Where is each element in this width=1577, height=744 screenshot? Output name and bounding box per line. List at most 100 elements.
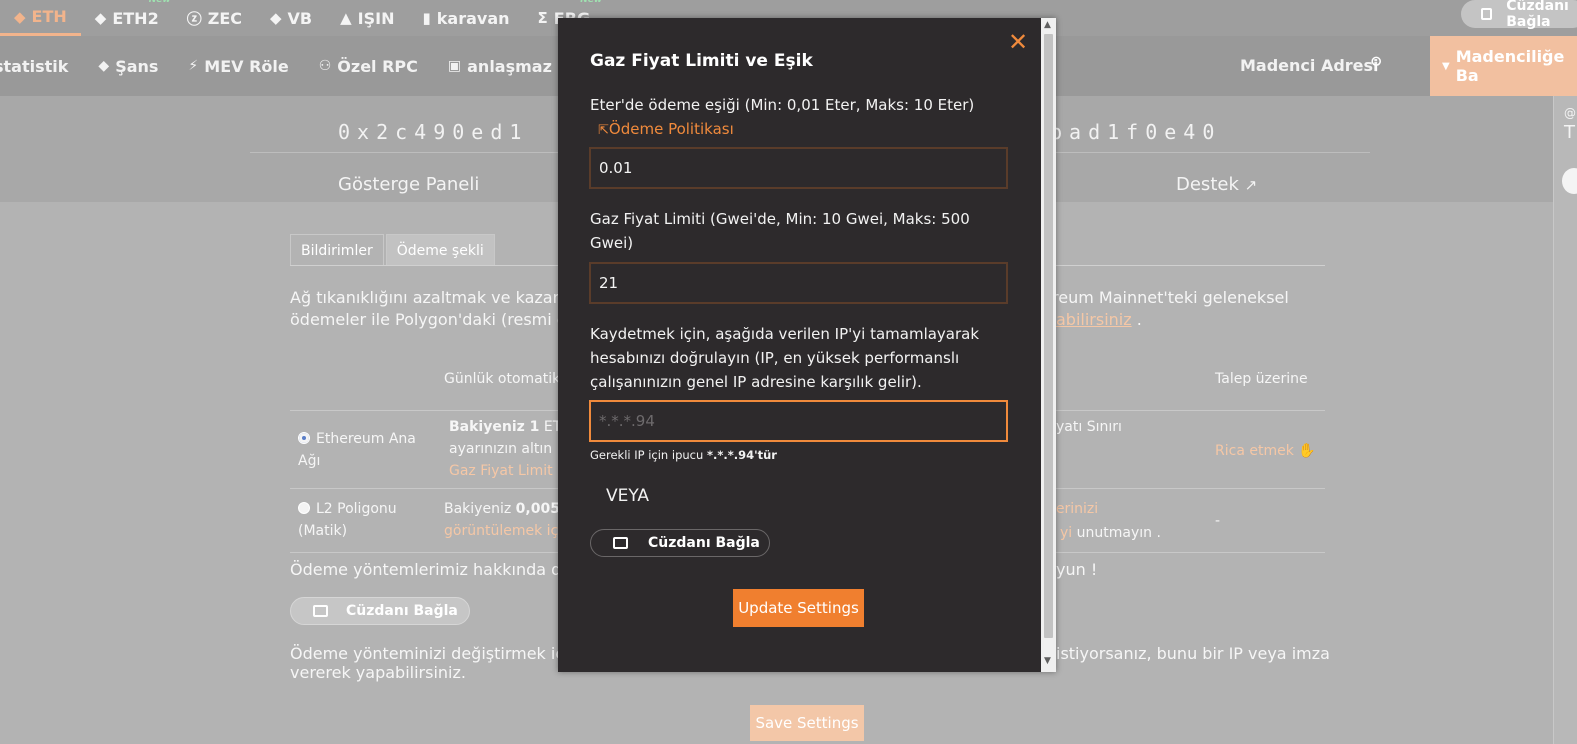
ip-verify-input[interactable] bbox=[589, 400, 1008, 442]
row1-balance-strong: Bakiyeniz 1 bbox=[449, 419, 540, 435]
coin-icon: ◆ bbox=[14, 7, 26, 26]
row1-line2: ayarınızın altın bbox=[449, 441, 553, 457]
nav-item-mev-relay[interactable]: ⚡ MEV Röle bbox=[188, 57, 288, 76]
threshold-input[interactable] bbox=[589, 147, 1008, 189]
coin-tab-zec[interactable]: ⓩ ZEC bbox=[173, 0, 256, 36]
intro-link[interactable]: abilirsiniz bbox=[1056, 310, 1132, 329]
eth-mainnet-radio[interactable] bbox=[298, 432, 310, 444]
wallet-icon bbox=[613, 537, 628, 549]
coin-list: ◆ETH◆ETH2NewⓩZEC◆VB▲IŞIN▮karavanΣERGNew bbox=[0, 0, 604, 36]
search-icon[interactable]: ⚲ bbox=[1370, 54, 1382, 74]
dashboard-link[interactable]: Gösterge Paneli bbox=[338, 174, 479, 195]
request-payout-button[interactable]: Rica etmek ✋ bbox=[1215, 440, 1316, 462]
ip-hint-value: *.*.*.94'tür bbox=[706, 448, 777, 462]
modal-scrollbar[interactable]: ▲ ▼ bbox=[1041, 18, 1056, 672]
payment-policy-label: Ödeme Politikası bbox=[608, 120, 734, 138]
wallet-icon bbox=[1481, 8, 1493, 20]
coin-tab-eth2[interactable]: ◆ ETH2 New bbox=[81, 0, 173, 36]
nav-item-label: Özel RPC bbox=[337, 56, 418, 76]
panel-fragment: @ bbox=[1564, 106, 1576, 120]
tab-payment-method[interactable]: Ödeme şekli bbox=[385, 234, 495, 266]
gas-limit-link[interactable]: Gaz Fiyat Limit bbox=[449, 460, 553, 482]
col-daily-header: Günlük otomatik bbox=[444, 371, 561, 387]
row2-balance-value: 0,005 bbox=[515, 501, 560, 517]
right-side-panel: @ T bbox=[1553, 96, 1577, 744]
table-row-polygon: L2 Poligonu (Matik) bbox=[298, 498, 438, 542]
more-info-left: Ödeme yöntemlerimiz hakkında daha f bbox=[290, 560, 602, 579]
ip-hint: Gerekli IP için ipucu *.*.*.94'tür bbox=[590, 448, 777, 462]
coin-label: IŞIN bbox=[357, 8, 395, 28]
ip-hint-text: Gerekli IP için ipucu bbox=[590, 448, 704, 462]
row2-right-text: yi unutmayın . bbox=[1060, 522, 1161, 544]
connect-wallet-top-button[interactable]: Cüzdanı Bağla bbox=[1461, 0, 1577, 30]
nav-item-private-rpc[interactable]: ⚇ Özel RPC bbox=[319, 57, 418, 76]
coin-label: VB bbox=[287, 8, 313, 28]
connect-wallet-label: Cüzdanı Bağla bbox=[648, 535, 760, 551]
coin-label: ETH2 bbox=[112, 8, 159, 28]
nav-item-statistics[interactable]: statistik bbox=[0, 57, 68, 76]
intro-line1-left: Ağ tıkanıklığını azaltmak ve kazançl bbox=[290, 288, 576, 307]
save-settings-button[interactable]: Save Settings bbox=[750, 705, 864, 741]
coin-icon: ⓩ bbox=[186, 9, 202, 28]
modal-title: Gaz Fiyat Limiti ve Eşik bbox=[590, 51, 813, 71]
coin-icon: ◆ bbox=[270, 9, 282, 27]
close-icon[interactable]: ✕ bbox=[1008, 28, 1028, 56]
gas-limit-input[interactable] bbox=[589, 262, 1008, 304]
coin-tab-vb[interactable]: ◆ VB bbox=[256, 0, 326, 36]
row2-balance: Bakiyeniz 0,005 bbox=[444, 498, 560, 520]
scroll-up-icon[interactable]: ▲ bbox=[1044, 20, 1051, 30]
scroll-down-icon[interactable]: ▼ bbox=[1044, 656, 1051, 666]
lightning-icon: ⚡ bbox=[188, 58, 199, 74]
change-method-right: istiyorsanız, bunu bir IP veya imza bbox=[1056, 644, 1330, 663]
row2-dont-forget: unutmayın . bbox=[1076, 525, 1161, 541]
nav-item-label: anlaşmaz bbox=[467, 56, 552, 76]
nav-item-luck[interactable]: ◆ Şans bbox=[98, 57, 158, 76]
gas-limit-label: Gaz Fiyat Limiti (Gwei'de, Min: 10 Gwei,… bbox=[590, 210, 970, 252]
coin-label: ZEC bbox=[207, 8, 242, 28]
intro-line2-left: ödemeler ile Polygon'daki (resmi ola bbox=[290, 310, 581, 329]
chevron-down-icon: ▼ bbox=[1442, 60, 1450, 72]
coin-label: karavan bbox=[436, 8, 510, 28]
row2-right-link[interactable]: lerinizi bbox=[1052, 498, 1098, 520]
tab-notifications[interactable]: Bildirimler bbox=[290, 234, 384, 266]
wallet-icon bbox=[313, 605, 328, 617]
coin-icon: ▲ bbox=[340, 9, 352, 27]
more-info-right: yun ! bbox=[1056, 560, 1098, 579]
nav-item-discord[interactable]: ▣ anlaşmaz bbox=[448, 57, 552, 76]
external-link-icon: ↗ bbox=[1244, 176, 1258, 194]
support-link[interactable]: Destek ↗ bbox=[1176, 174, 1257, 195]
modal-connect-wallet-button[interactable]: Cüzdanı Bağla bbox=[590, 529, 770, 557]
start-mining-label: Madenciliğe Ba bbox=[1455, 47, 1565, 85]
external-link-icon: ⇱ bbox=[598, 123, 609, 138]
row2-balance-text: Bakiyeniz bbox=[444, 501, 512, 517]
row2-view-link[interactable]: görüntülemek iç bbox=[444, 520, 558, 542]
coin-tab-eth[interactable]: ◆ ETH bbox=[0, 0, 81, 36]
payment-policy-link[interactable]: ⇱Ödeme Politikası bbox=[598, 120, 734, 138]
coin-tab-karavan[interactable]: ▮ karavan bbox=[409, 0, 524, 36]
connect-wallet-label: Cüzdanı Bağla bbox=[346, 603, 458, 619]
start-mining-button[interactable]: ▼ Madenciliğe Ba bbox=[1430, 36, 1577, 96]
discord-icon: ▣ bbox=[447, 58, 462, 74]
or-label: VEYA bbox=[606, 486, 650, 506]
eth-mainnet-label: Ethereum Ana Ağı bbox=[298, 431, 416, 469]
row2-right-link2[interactable]: yi bbox=[1060, 525, 1072, 541]
support-label: Destek bbox=[1176, 174, 1239, 195]
col-on-request-header: Talep üzerine bbox=[1215, 371, 1308, 387]
miner-address-label[interactable]: Madenci Adresi bbox=[1240, 56, 1379, 75]
table-row-eth: Ethereum Ana Ağı bbox=[298, 428, 438, 472]
threshold-label: Eter'de ödeme eşiği (Min: 0,01 Eter, Mak… bbox=[590, 93, 1010, 143]
request-label: Rica etmek bbox=[1215, 443, 1294, 459]
coin-tab-işin[interactable]: ▲ IŞIN bbox=[326, 0, 408, 36]
polygon-radio[interactable] bbox=[298, 502, 310, 514]
panel-fragment: T bbox=[1564, 122, 1575, 143]
update-settings-button[interactable]: Update Settings bbox=[733, 589, 864, 627]
intro-period: . bbox=[1136, 310, 1142, 329]
connect-wallet-button[interactable]: Cüzdanı Bağla bbox=[290, 597, 470, 625]
scroll-thumb[interactable] bbox=[1044, 34, 1053, 638]
nav-item-label: Şans bbox=[115, 56, 159, 76]
row1-balance: Bakiyeniz 1 ET bbox=[449, 416, 561, 438]
row1-right-text: yatı Sınırı bbox=[1056, 419, 1122, 435]
coin-icon: Σ bbox=[537, 9, 548, 27]
avatar bbox=[1562, 168, 1577, 194]
miner-address-right: bad1f0e40 bbox=[1050, 120, 1222, 144]
